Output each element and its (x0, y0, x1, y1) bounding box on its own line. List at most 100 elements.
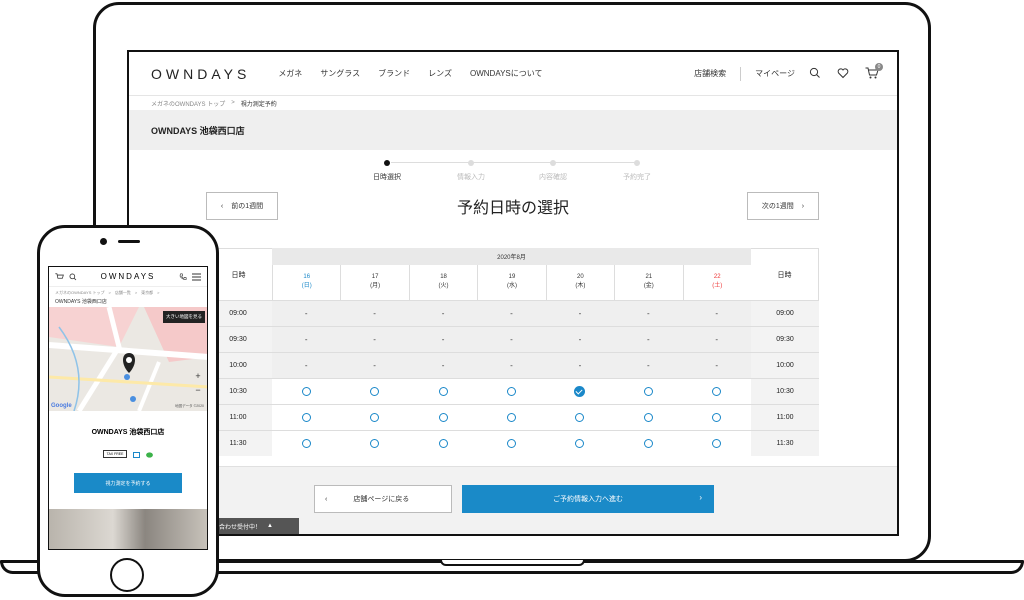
back-to-store-button[interactable]: ‹ 店舗ページに戻る (314, 485, 452, 513)
phone-home-button (110, 558, 144, 592)
table-row: 11:30 11:30 (204, 430, 819, 456)
time-label: 10:00 (751, 353, 819, 378)
slot-unavailable: - (304, 361, 308, 370)
laptop-notch (440, 560, 585, 566)
table-row: 10:00- - - - - - -10:00 (204, 352, 819, 378)
cart-icon[interactable]: 0 (865, 62, 883, 81)
steps-line (391, 162, 639, 163)
site-logo[interactable]: OWNDAYS (151, 66, 250, 82)
nav-item-glasses[interactable]: メガネ (278, 68, 302, 79)
step-datetime: 日時選択 (357, 156, 417, 182)
inquiry-tab[interactable]: 合わせ受付中！ ▲ (215, 518, 299, 534)
slot-unavailable: - (715, 335, 719, 344)
table-row: 11:00 11:00 (204, 404, 819, 430)
nav-item-lens[interactable]: レンズ (428, 68, 452, 79)
slot-available[interactable] (272, 431, 340, 456)
nav-item-sunglasses[interactable]: サングラス (320, 68, 360, 79)
check-icon (574, 386, 586, 397)
breadcrumb-separator: > (231, 100, 235, 106)
slot-available[interactable] (683, 405, 751, 430)
circle-icon (575, 439, 585, 448)
slot-available[interactable] (272, 405, 340, 430)
slot-unavailable: - (646, 361, 650, 370)
mobile-site: OWNDAYS メガネのOWNDAYS トップ > 店舗一覧 > 東京都 > O… (48, 266, 208, 550)
next-week-button[interactable]: 次の1週間 › (747, 192, 819, 220)
slot-available[interactable] (409, 405, 477, 430)
slot-available[interactable] (614, 431, 682, 456)
large-map-button[interactable]: 大きい地図を見る (163, 311, 205, 323)
map-zoom-controls[interactable]: + − (193, 369, 203, 397)
slot-unavailable: - (441, 335, 445, 344)
nav-item-about[interactable]: OWNDAYSについて (470, 68, 543, 79)
slot-unavailable: - (578, 335, 582, 344)
store-photo (49, 509, 207, 549)
proceed-button[interactable]: ご予約情報入力へ進む › (462, 485, 714, 513)
line-icon (146, 445, 154, 463)
schedule-table: 日時 2020年8月 16 (日) 17 (月) 18 (火) 19 (水) 20 (木) 21 (金… (204, 248, 819, 456)
circle-icon (301, 387, 311, 396)
step-confirm: 内容確認 (523, 156, 583, 182)
slot-available[interactable] (477, 431, 545, 456)
header-utilities: 店舗検索 マイページ 0 (694, 62, 883, 81)
slot-unavailable: - (646, 309, 650, 318)
slot-unavailable: - (510, 361, 513, 370)
circle-icon (506, 387, 516, 396)
day-headers: 16 (日) 17 (月) 18 (火) 19 (水) 20 (木) 21 (金) 22 (土) (272, 265, 751, 300)
slot-unavailable: - (646, 335, 650, 344)
tax-free-badge: TAX FREE (102, 450, 128, 458)
mypage-link[interactable]: マイページ (755, 68, 795, 79)
slot-available[interactable] (409, 379, 477, 404)
circle-icon (301, 413, 311, 422)
desktop-site: OWNDAYS メガネ サングラス ブランド レンズ OWNDAYSについて 店… (129, 52, 897, 534)
circle-icon (506, 413, 516, 422)
month-label: 2020年8月 (272, 248, 751, 265)
store-name-bar: OWNDAYS 池袋西口店 (129, 110, 897, 150)
slot-available[interactable] (683, 379, 751, 404)
reserve-eye-test-button[interactable]: 視力測定を予約する (74, 473, 182, 493)
slot-unavailable: - (441, 361, 445, 370)
site-header: OWNDAYS メガネ サングラス ブランド レンズ OWNDAYSについて 店… (129, 52, 897, 96)
nav-item-brand[interactable]: ブランド (378, 68, 410, 79)
store-search-link[interactable]: 店舗検索 (694, 68, 726, 79)
heart-icon[interactable] (837, 67, 851, 81)
day-header: 19 (水) (477, 265, 545, 300)
slot-available[interactable] (340, 405, 408, 430)
slot-available[interactable] (477, 379, 545, 404)
slot-selected[interactable] (546, 379, 614, 404)
mockup-stage: OWNDAYS メガネ サングラス ブランド レンズ OWNDAYSについて 店… (0, 0, 1024, 600)
slot-available[interactable] (477, 405, 545, 430)
circle-icon (438, 413, 448, 422)
step-info: 情報入力 (441, 156, 501, 182)
breadcrumb-current: 視力測定予約 (240, 101, 277, 108)
slot-available[interactable] (683, 431, 751, 456)
store-name: OWNDAYS 池袋西口店 (151, 125, 245, 136)
time-label: 10:30 (751, 379, 819, 404)
mobile-breadcrumb: メガネのOWNDAYS トップ > 店舗一覧 > 東京都 > (55, 290, 160, 295)
slot-available[interactable] (340, 431, 408, 456)
slot-available[interactable] (409, 431, 477, 456)
time-label: 09:00 (751, 301, 819, 326)
mobile-logo[interactable]: OWNDAYS (49, 272, 207, 281)
circle-icon (438, 439, 448, 448)
slot-available[interactable] (546, 431, 614, 456)
slot-available[interactable] (614, 405, 682, 430)
progress-steps: 日時選択 情報入力 内容確認 予約完了 (129, 156, 897, 190)
time-label: 11:30 (751, 431, 819, 456)
store-map[interactable]: 大きい地図を見る + − Google 地図データ ©2020 (49, 307, 207, 411)
search-icon[interactable] (809, 67, 823, 81)
day-header: 21 (金) (614, 265, 682, 300)
slot-available[interactable] (340, 379, 408, 404)
mobile-store-name: OWNDAYS 池袋西口店 (91, 429, 165, 436)
day-header: 16 (日) (272, 265, 340, 300)
slot-available[interactable] (614, 379, 682, 404)
title-row: ‹ 前の1週間 予約日時の選択 次の1週間 › (129, 190, 897, 226)
slot-unavailable: - (373, 361, 376, 370)
slot-available[interactable] (272, 379, 340, 404)
slot-available[interactable] (546, 405, 614, 430)
circle-icon (370, 413, 380, 422)
phone-speaker (118, 240, 140, 243)
breadcrumb-home[interactable]: メガネのOWNDAYS トップ (151, 99, 225, 108)
chevron-left-icon: ‹ (325, 495, 328, 503)
circle-icon (301, 439, 311, 448)
circle-icon (643, 439, 653, 448)
